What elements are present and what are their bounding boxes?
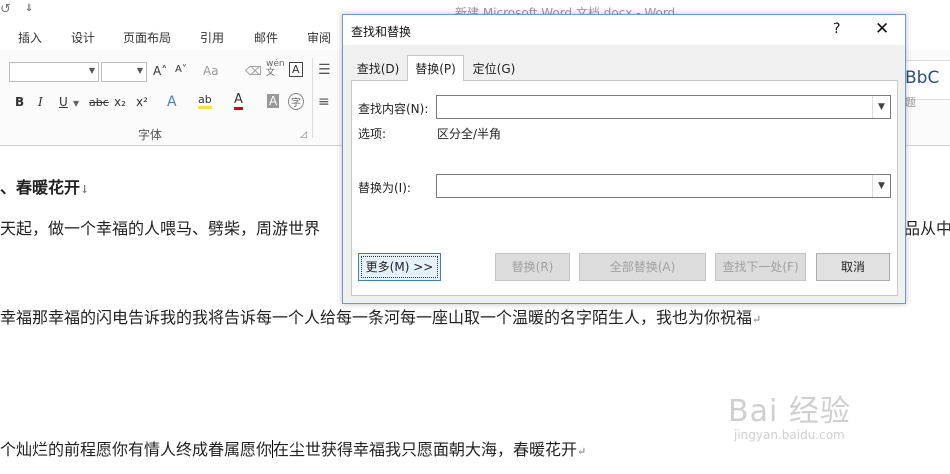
dialog-titlebar: 查找和替换 ? ✕ xyxy=(343,15,905,45)
bold-button[interactable]: B xyxy=(15,95,24,109)
paragraph-mark: ↵ xyxy=(577,445,587,458)
tab-find[interactable]: 查找(D) xyxy=(353,58,403,80)
tab-references[interactable]: 引用 xyxy=(200,29,224,46)
undo-icon[interactable]: ↺ xyxy=(0,2,11,17)
tab-label: 替换(P) xyxy=(415,62,456,76)
bullets-icon[interactable]: ☰ xyxy=(318,62,331,78)
watermark-logo: Bai 经验 xyxy=(728,394,851,429)
phonetic-guide-icon[interactable]: wén 文 xyxy=(266,60,285,78)
options-value: 区分全/半角 xyxy=(437,127,502,141)
paragraph-text: 天起，做一个幸福的人喂马、劈柴，周游世界 xyxy=(0,219,321,238)
chevron-down-icon: ▼ xyxy=(88,66,95,75)
tab-review[interactable]: 审阅 xyxy=(307,29,331,46)
paragraph-text: 幸福那幸福的闪电告诉我的我将告诉每一个人给每一条河每一座山取一个温暖的名字陌生人… xyxy=(0,308,753,327)
replace-with-input[interactable]: ▼ xyxy=(436,174,891,198)
dialog-launcher-icon[interactable]: ◿ xyxy=(300,130,307,140)
superscript-button[interactable]: x² xyxy=(136,95,148,109)
shrink-font-icon[interactable]: A˅ xyxy=(175,64,187,75)
highlight-color-icon[interactable]: ab xyxy=(198,93,212,109)
cancel-button[interactable]: 取消 xyxy=(816,253,890,281)
subscript-button[interactable]: x₂ xyxy=(114,95,126,109)
doc-paragraph-2[interactable]: 幸福那幸福的闪电告诉我的我将告诉每一个人给每一条河每一座山取一个温暖的名字陌生人… xyxy=(0,304,761,328)
replace-button[interactable]: 替换(R) xyxy=(495,253,570,281)
replace-all-button[interactable]: 全部替换(A) xyxy=(579,253,706,281)
tab-insert[interactable]: 插入 xyxy=(18,29,42,46)
grow-font-icon[interactable]: A˄ xyxy=(153,64,167,78)
text-effects-icon[interactable]: A xyxy=(167,94,177,110)
heading-text: 、春暖花开 xyxy=(0,178,81,197)
dialog-title: 查找和替换 xyxy=(351,25,412,39)
paragraph-mark: ↵ xyxy=(752,313,762,326)
tab-label: 查找(D) xyxy=(356,62,400,76)
more-button[interactable]: 更多(M) >> xyxy=(358,253,441,281)
tab-label: 定位(G) xyxy=(472,62,516,76)
doc-paragraph-3[interactable]: 个灿烂的前程愿你有情人终成眷属愿你在尘世获得幸福我只愿面朝大海，春暖花开↵ xyxy=(0,436,586,460)
italic-button[interactable]: I xyxy=(38,95,43,109)
enclose-char-icon[interactable]: 字 xyxy=(288,93,304,110)
options-label: 选项: xyxy=(358,127,387,141)
chevron-down-icon[interactable]: ▼ xyxy=(872,175,890,197)
strikethrough-button[interactable]: abc xyxy=(89,96,109,109)
font-size-combo[interactable]: ▼ xyxy=(101,62,147,82)
find-replace-dialog: 查找和替换 ? ✕ 查找(D) 替换(P) 定位(G) 查找内容(N): ▼ 选… xyxy=(342,14,906,304)
font-color-icon[interactable]: A xyxy=(234,92,243,110)
underline-button[interactable]: U xyxy=(59,95,68,109)
watermark-url: jingyan.baidu.com xyxy=(734,428,845,442)
style-preview-name: 题 xyxy=(905,96,916,109)
chevron-down-icon[interactable]: ▼ xyxy=(73,99,79,108)
doc-heading[interactable]: 、春暖花开↓ xyxy=(0,174,89,198)
tab-page-layout[interactable]: 页面布局 xyxy=(123,29,171,46)
customize-quick-access-icon[interactable]: ⇓ xyxy=(25,3,33,14)
doc-paragraph-1-tail[interactable]: 品从中 xyxy=(904,215,950,239)
font-group-label: 字体 xyxy=(138,128,163,142)
replace-with-label: 替换为(I): xyxy=(358,181,411,195)
chevron-down-icon: ▼ xyxy=(136,66,143,75)
group-divider xyxy=(312,58,313,138)
tab-design[interactable]: 设计 xyxy=(71,29,95,46)
find-next-button[interactable]: 查找下一处(F) xyxy=(715,253,806,281)
font-name-combo[interactable]: ▼ xyxy=(9,62,99,82)
char-shading-icon[interactable]: A xyxy=(267,94,280,108)
help-icon[interactable]: ? xyxy=(833,21,840,37)
doc-paragraph-1[interactable]: 天起，做一个幸福的人喂马、劈柴，周游世界 xyxy=(0,215,320,239)
find-what-input[interactable]: ▼ xyxy=(436,95,891,119)
close-icon[interactable]: ✕ xyxy=(875,19,889,39)
align-left-icon[interactable]: ≡ xyxy=(318,94,330,110)
clear-format-icon[interactable]: ⌫ xyxy=(245,64,262,78)
chevron-down-icon[interactable]: ▼ xyxy=(872,96,890,118)
tab-goto[interactable]: 定位(G) xyxy=(467,58,521,80)
char-border-icon[interactable]: A xyxy=(289,62,303,77)
tab-mailings[interactable]: 邮件 xyxy=(254,29,278,46)
paragraph-text: 品从中 xyxy=(904,219,950,238)
change-case-icon[interactable]: Aa xyxy=(203,64,219,78)
style-preview-sample: BbC xyxy=(905,68,940,88)
paragraph-text: 在尘世获得幸福我只愿面朝大海，春暖花开 xyxy=(273,440,578,459)
tab-replace[interactable]: 替换(P) xyxy=(407,55,464,81)
find-what-label: 查找内容(N): xyxy=(358,102,429,116)
line-break-mark: ↓ xyxy=(80,183,90,196)
paragraph-text: 个灿烂的前程愿你有情人终成眷属愿你 xyxy=(0,440,273,459)
